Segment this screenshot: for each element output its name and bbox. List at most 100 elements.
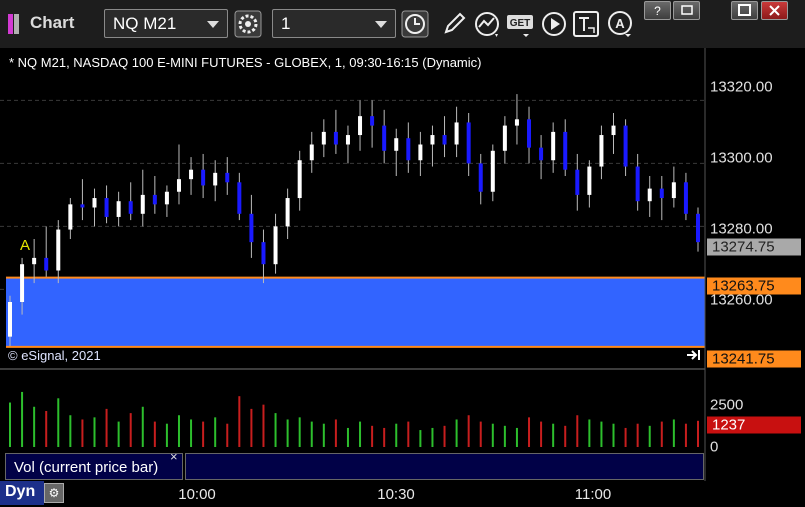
candle-body: [297, 160, 302, 199]
current-volume-label: 1237: [707, 416, 801, 434]
candle-body: [647, 188, 652, 202]
candle-body: [502, 125, 507, 151]
candle-body: [370, 116, 375, 126]
svg-text:?: ?: [654, 4, 661, 18]
volume-tick-0: 0: [710, 438, 719, 456]
candle-body: [68, 204, 73, 230]
candle-body: [623, 125, 628, 167]
candle-body: [551, 131, 556, 161]
maximize-button[interactable]: [731, 1, 758, 20]
candle-body: [273, 226, 278, 265]
symbol-dropdown[interactable]: NQ M21: [104, 9, 228, 38]
pencil-icon[interactable]: [440, 10, 468, 38]
close-study-icon[interactable]: ×: [170, 449, 178, 464]
maximize-icon: [738, 4, 751, 16]
candle-body: [527, 119, 532, 148]
candle-body: [599, 135, 604, 167]
candle-body: [32, 257, 37, 265]
alert-icon[interactable]: A: [606, 10, 634, 38]
settings-gear-icon[interactable]: [234, 10, 262, 38]
volume-study-panel[interactable]: [185, 453, 704, 480]
candle-body: [514, 119, 519, 126]
candle-body: [442, 135, 447, 145]
candle-body: [20, 264, 25, 302]
close-button[interactable]: [761, 1, 788, 20]
price-tick-13300: 13300.00: [710, 149, 773, 167]
volume-tick-2500: 2500: [710, 396, 744, 414]
candle-body: [696, 213, 700, 243]
clock-icon[interactable]: [401, 10, 429, 38]
interval-dropdown[interactable]: 1: [272, 9, 396, 38]
candle-body: [683, 182, 688, 214]
volume-study-label[interactable]: Vol (current price bar): [5, 453, 183, 480]
candle-body: [490, 150, 495, 192]
current-price-label: 13274.75: [707, 238, 801, 256]
time-label-1000: 10:00: [178, 486, 216, 503]
candle-body: [454, 122, 459, 145]
app-title: Chart: [30, 13, 75, 32]
title-bar: Chart NQ M21 1 GET A ?: [0, 0, 805, 49]
study-icon[interactable]: [473, 10, 501, 38]
candle-body: [478, 163, 483, 192]
dynamic-mode-button[interactable]: Dyn: [0, 481, 44, 505]
time-label-1030: 10:30: [377, 486, 415, 503]
candle-body: [261, 242, 266, 265]
restore-icon: [681, 5, 693, 15]
candle-body: [430, 135, 435, 145]
candle-body: [104, 198, 109, 217]
text-icon[interactable]: [572, 10, 600, 38]
chart-canvas[interactable]: A: [0, 48, 805, 507]
candle-body: [213, 172, 218, 186]
candle-body: [659, 188, 664, 199]
time-label-1100: 11:00: [574, 486, 612, 503]
copyright-text: © eSignal, 2021: [8, 348, 101, 363]
candle-body: [80, 204, 85, 208]
candle-body: [140, 194, 145, 214]
chart-logo-icon: [8, 14, 22, 34]
candle-body: [8, 302, 12, 337]
annotation-label: A: [20, 237, 30, 254]
symbol-value: NQ M21: [113, 14, 177, 33]
restore-button[interactable]: [673, 1, 700, 20]
candle-body: [164, 191, 169, 205]
svg-text:GET: GET: [510, 18, 531, 29]
candle-body: [611, 125, 616, 136]
price-tick-13320: 13320.00: [710, 78, 773, 96]
candle-body: [128, 201, 133, 214]
svg-text:A: A: [615, 16, 625, 31]
candle-body: [92, 198, 97, 208]
candle-body: [237, 182, 242, 214]
candle-body: [56, 229, 61, 271]
scroll-to-end-icon[interactable]: [686, 349, 702, 361]
candle-body: [116, 201, 121, 217]
chart-header: * NQ M21, NASDAQ 100 E-MINI FUTURES - GL…: [9, 55, 482, 70]
price-tick-13280: 13280.00: [710, 220, 773, 238]
price-zone-rectangle[interactable]: [6, 277, 705, 347]
play-icon[interactable]: [540, 10, 568, 38]
interval-value: 1: [281, 14, 291, 33]
get-icon[interactable]: GET: [506, 10, 534, 38]
candle-body: [635, 166, 640, 202]
candle-body: [321, 131, 326, 145]
candle-body: [201, 169, 206, 186]
candle-body: [418, 144, 423, 161]
lock-icon[interactable]: ⚙: [44, 483, 64, 503]
zone-upper-price-label: 13263.75: [707, 277, 801, 295]
candle-body: [333, 131, 338, 145]
candle-body: [563, 131, 568, 170]
candle-body: [44, 257, 49, 271]
help-icon: ?: [654, 4, 661, 18]
candle-body: [587, 166, 592, 195]
candle-body: [285, 198, 290, 227]
candle-body: [671, 182, 676, 199]
candle-body: [575, 169, 580, 195]
candle-body: [539, 147, 544, 161]
candle-body: [225, 172, 230, 183]
chevron-down-icon: [207, 21, 219, 28]
candle-body: [406, 138, 411, 161]
candle-body: [176, 179, 181, 192]
candle-body: [466, 122, 471, 164]
candle-body: [382, 125, 387, 151]
help-button[interactable]: ?: [644, 1, 671, 20]
candle-body: [358, 116, 363, 136]
